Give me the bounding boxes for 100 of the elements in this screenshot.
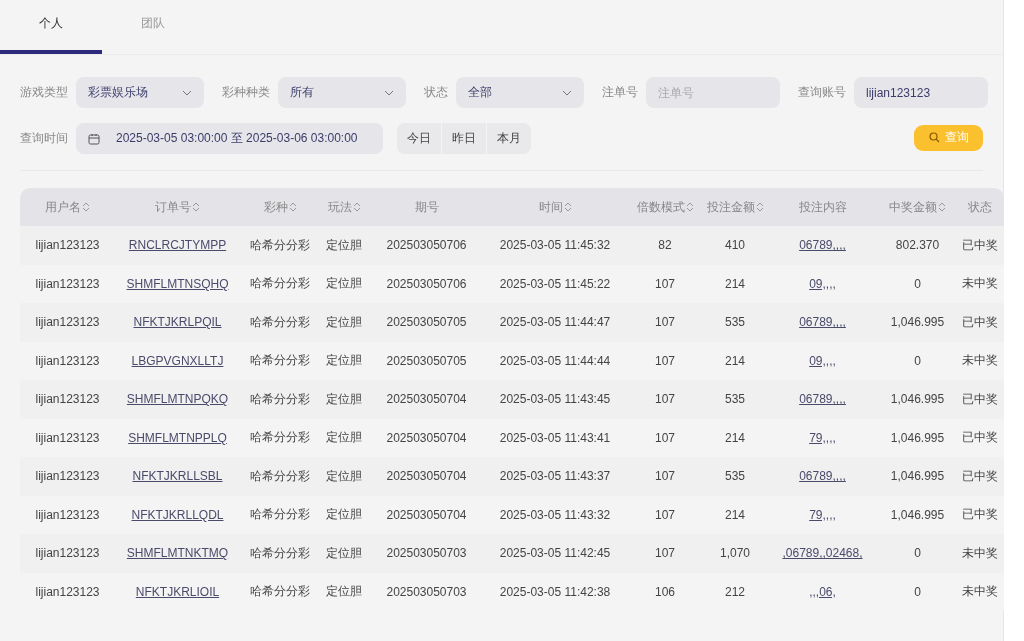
select-field[interactable]: 所有 xyxy=(278,77,406,108)
table-cell: 哈希分分彩 xyxy=(250,313,310,331)
table-cell: 已中奖 xyxy=(961,506,998,524)
tab[interactable]: 个人 xyxy=(0,0,102,54)
table-link[interactable]: SHMFLMTNSQHQ xyxy=(126,276,229,291)
table-cell: 已中奖 xyxy=(961,236,998,254)
table-cell: 哈希分分彩 xyxy=(250,390,310,408)
sort-icon[interactable] xyxy=(82,201,90,213)
sort-icon[interactable] xyxy=(563,201,572,213)
table-cell: 410 xyxy=(725,238,745,253)
table-cell: 2025-03-05 11:42:38 xyxy=(499,584,611,599)
table-link[interactable]: NFKTJKRLIOIL xyxy=(135,584,220,599)
table-cell: 未中奖 xyxy=(961,352,998,370)
table-cell: 107 xyxy=(655,469,675,484)
table-cell: 214 xyxy=(725,507,745,522)
date-range-field[interactable]: 2025-03-05 03:00:00 至 2025-03-06 03:00:00 xyxy=(76,123,383,154)
table-cell: 106 xyxy=(655,584,675,599)
table-cell: 82 xyxy=(658,238,672,253)
table-cell: 未中奖 xyxy=(961,275,998,293)
table-cell: 212 xyxy=(725,584,745,599)
table-link[interactable]: NFKTJKRLLQDL xyxy=(131,507,224,522)
input-field[interactable]: 注单号 xyxy=(646,77,780,108)
table-cell: 1,046.995 xyxy=(890,392,945,407)
table-cell: lijian123123 xyxy=(35,584,100,599)
select-field[interactable]: 彩票娱乐场 xyxy=(76,77,204,108)
table-link[interactable]: 06789,,,, xyxy=(799,238,846,253)
quick-range-button[interactable]: 昨日 xyxy=(442,123,486,154)
table-cell: 定位胆 xyxy=(326,236,362,254)
table-link[interactable]: 06789,,,, xyxy=(799,392,846,407)
search-icon xyxy=(928,132,940,143)
table-cell: 1,046.995 xyxy=(890,469,945,484)
sort-icon[interactable] xyxy=(685,201,694,213)
table-cell: 202503050705 xyxy=(386,353,467,368)
table-cell: 已中奖 xyxy=(961,390,998,408)
filter-label: 彩种种类 xyxy=(222,84,270,101)
table-cell: 0 xyxy=(914,353,921,368)
table-cell: lijian123123 xyxy=(35,353,100,368)
select-field[interactable]: 全部 xyxy=(456,77,584,108)
table-cell: 202503050705 xyxy=(386,315,467,330)
table-cell: 2025-03-05 11:44:44 xyxy=(499,353,611,368)
table-link[interactable]: SHMFLMTNPPLQ xyxy=(128,430,227,445)
table-cell: 107 xyxy=(655,546,675,561)
sort-icon[interactable] xyxy=(755,201,764,213)
table-cell: 2025-03-05 11:43:45 xyxy=(499,392,611,407)
table-cell: 定位胆 xyxy=(326,390,362,408)
filter-label: 注单号 xyxy=(602,84,638,101)
table-cell: lijian123123 xyxy=(35,238,100,253)
table-cell: 202503050706 xyxy=(386,238,467,253)
table-link[interactable]: 09,,,, xyxy=(809,353,836,368)
table-cell: 214 xyxy=(725,353,745,368)
table-cell: 未中奖 xyxy=(961,583,998,601)
table-cell: 107 xyxy=(655,392,675,407)
table-link[interactable]: 09,,,, xyxy=(809,276,836,291)
table-cell: lijian123123 xyxy=(35,507,100,522)
table-cell: 哈希分分彩 xyxy=(250,544,310,562)
table-cell: 107 xyxy=(655,430,675,445)
table-cell: 107 xyxy=(655,315,675,330)
sort-icon[interactable] xyxy=(938,201,946,213)
quick-range-button[interactable]: 本月 xyxy=(487,123,531,154)
filter-label: 查询账号 xyxy=(798,84,846,101)
column-header: 状态 xyxy=(967,198,992,216)
table-link[interactable]: NFKTJKRLLSBL xyxy=(132,469,223,484)
quick-range-button[interactable]: 今日 xyxy=(397,123,441,154)
table-cell: 定位胆 xyxy=(326,352,362,370)
table-cell: 哈希分分彩 xyxy=(250,275,310,293)
table-cell: 定位胆 xyxy=(326,313,362,331)
table-link[interactable]: RNCLRCJTYMPP xyxy=(128,238,227,253)
sort-icon[interactable] xyxy=(288,201,297,213)
chevron-down-icon xyxy=(384,89,394,96)
table-cell: 202503050706 xyxy=(386,276,467,291)
table-link[interactable]: 06789,,,, xyxy=(799,315,846,330)
table-cell: 定位胆 xyxy=(326,544,362,562)
sort-icon[interactable] xyxy=(192,201,200,213)
table-link[interactable]: 79,,,, xyxy=(809,507,836,522)
table-link[interactable]: LBGPVGNXLLTJ xyxy=(131,353,224,368)
table-link[interactable]: ,06789,,02468, xyxy=(782,546,863,561)
table-cell: 定位胆 xyxy=(326,275,362,293)
table-cell: 定位胆 xyxy=(326,506,362,524)
table-link[interactable]: SHMFLMTNKTMQ xyxy=(126,546,229,561)
sort-icon[interactable] xyxy=(352,201,361,213)
table-cell: 107 xyxy=(655,276,675,291)
table-link[interactable]: ,,,06, xyxy=(809,584,836,599)
table-link[interactable]: NFKTJKRLPQIL xyxy=(133,315,222,330)
table-cell: lijian123123 xyxy=(35,392,100,407)
column-header: 投注内容 xyxy=(798,198,847,216)
table-cell: lijian123123 xyxy=(35,430,100,445)
table-cell: 哈希分分彩 xyxy=(250,236,310,254)
table-cell: 定位胆 xyxy=(326,429,362,447)
input-field[interactable]: lijian123123 xyxy=(854,77,988,108)
table-link[interactable]: 79,,,, xyxy=(809,430,836,445)
table-cell: 哈希分分彩 xyxy=(250,429,310,447)
table-cell: 802.370 xyxy=(895,238,940,253)
calendar-icon xyxy=(88,132,100,145)
table-cell: 1,046.995 xyxy=(890,430,945,445)
table-link[interactable]: SHMFLMTNPQKQ xyxy=(126,392,229,407)
table-cell: 535 xyxy=(725,392,745,407)
table-link[interactable]: 06789,,,, xyxy=(799,469,846,484)
table-cell: 2025-03-05 11:45:22 xyxy=(499,276,611,291)
table-cell: 2025-03-05 11:43:37 xyxy=(499,469,611,484)
table-cell: lijian123123 xyxy=(35,315,100,330)
